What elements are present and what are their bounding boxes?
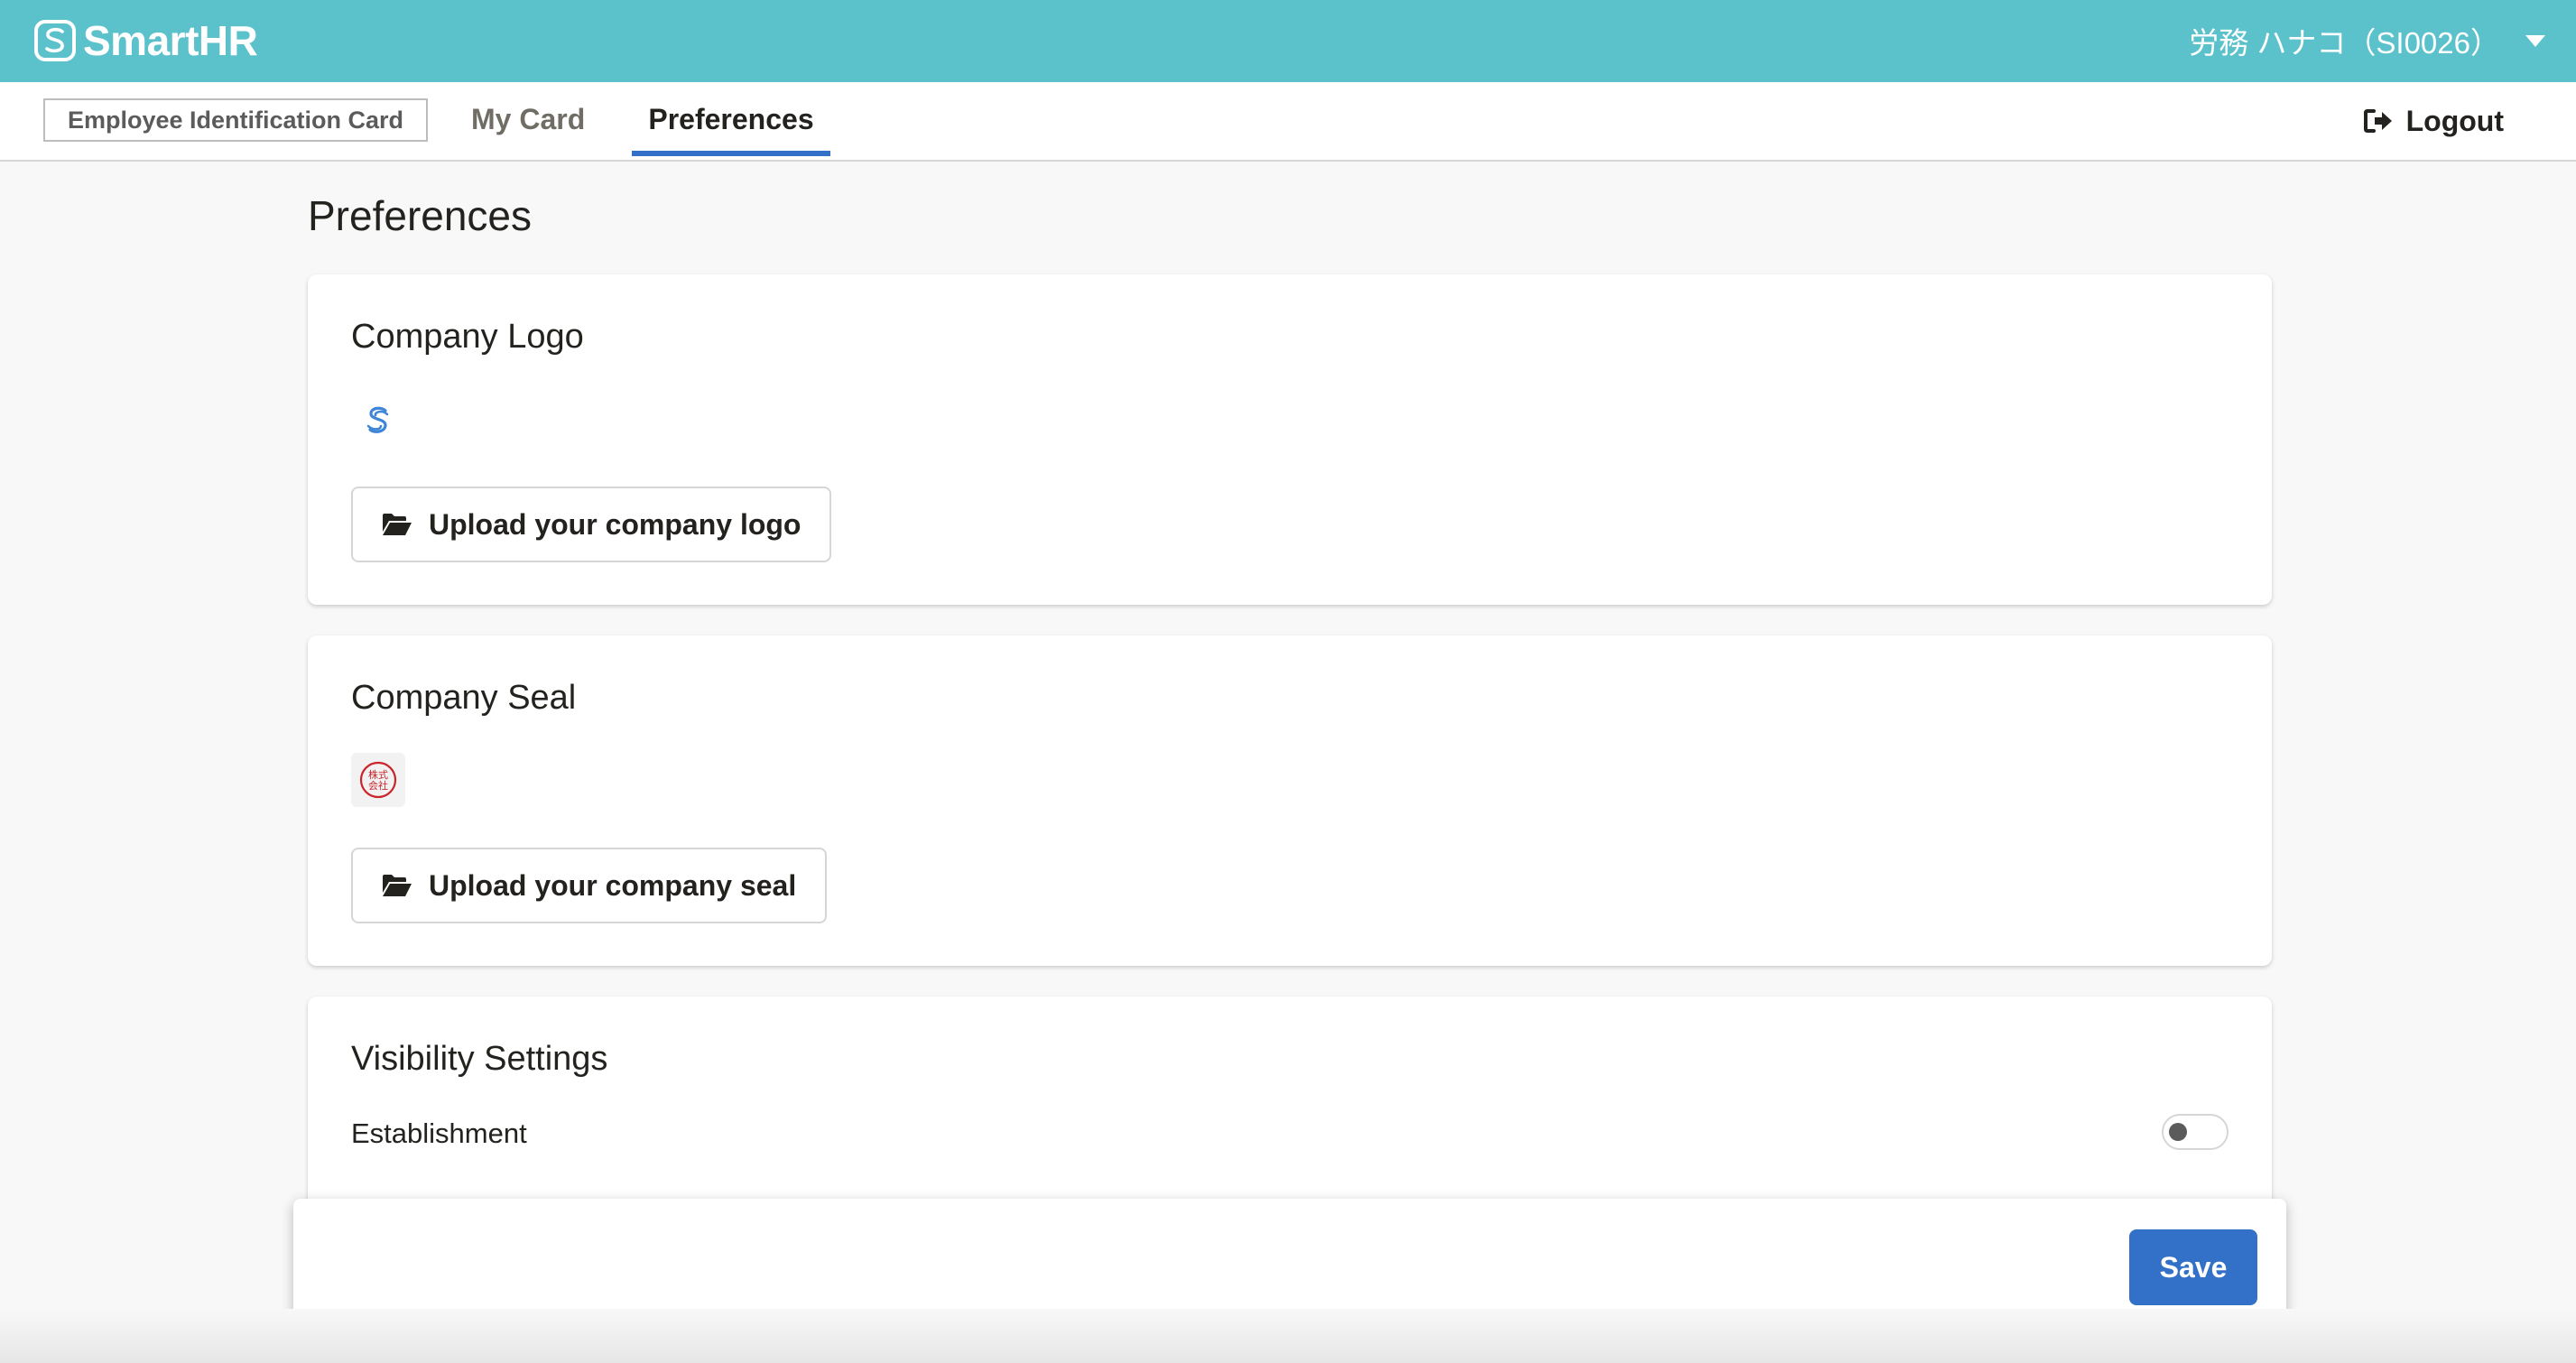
company-logo-title: Company Logo: [351, 318, 584, 356]
logout-label: Logout: [2405, 104, 2504, 137]
company-logo-card: Company Logo Upload your company logo: [308, 274, 2272, 605]
logout-icon: [2363, 109, 2392, 133]
toggle-knob: [2169, 1123, 2187, 1141]
bottom-shade: [0, 1309, 2576, 1363]
user-menu[interactable]: 労務 ハナコ（SI0026）: [2189, 20, 2545, 61]
tab-preferences[interactable]: Preferences: [632, 82, 830, 156]
upload-company-seal-label: Upload your company seal: [429, 868, 797, 902]
establishment-label: Establishment: [351, 1117, 527, 1149]
company-seal-preview: 株式 会社: [351, 753, 405, 807]
user-name: 労務 ハナコ（SI0026）: [2189, 26, 2500, 60]
seal-text-line2: 会社: [368, 779, 388, 792]
establishment-toggle[interactable]: [2162, 1114, 2229, 1150]
app-header: SmartHR 労務 ハナコ（SI0026）: [0, 0, 2576, 82]
upload-company-seal-button[interactable]: Upload your company seal: [351, 848, 828, 923]
save-button[interactable]: Save: [2129, 1229, 2257, 1305]
sub-navigation: Employee Identification Card My Card Pre…: [0, 82, 2576, 162]
app-label-employee-id-card[interactable]: Employee Identification Card: [43, 98, 428, 142]
upload-company-logo-label: Upload your company logo: [429, 507, 802, 541]
seal-text-line1: 株式: [368, 768, 388, 781]
logout-button[interactable]: Logout: [2363, 82, 2504, 160]
smarthr-logo-icon: [34, 20, 76, 61]
caret-down-icon: [2525, 34, 2545, 47]
brand-name: SmartHR: [83, 17, 258, 64]
folder-open-icon: [383, 875, 412, 896]
visibility-settings-title: Visibility Settings: [351, 1040, 608, 1078]
company-seal-title: Company Seal: [351, 679, 577, 717]
tab-my-card[interactable]: My Card: [471, 82, 585, 156]
company-seal-card: Company Seal 株式 会社 Upload your company s…: [308, 635, 2272, 966]
folder-open-icon: [383, 514, 412, 535]
upload-company-logo-button[interactable]: Upload your company logo: [351, 487, 832, 562]
brand[interactable]: SmartHR: [34, 15, 258, 66]
page-title: Preferences: [308, 192, 533, 239]
company-logo-preview: [351, 394, 405, 448]
